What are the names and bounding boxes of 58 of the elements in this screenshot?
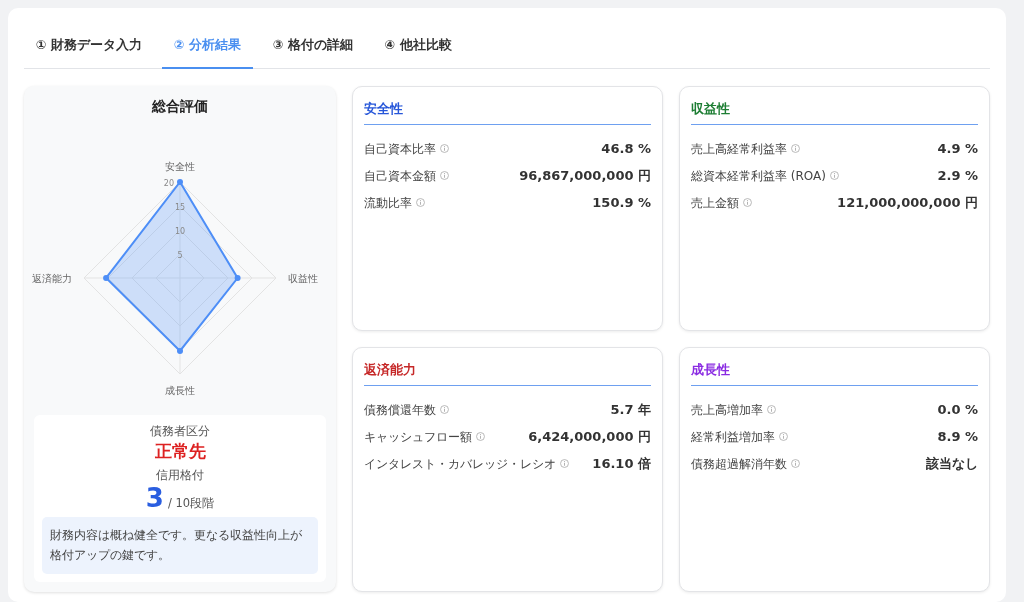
axis-label: 収益性	[288, 272, 318, 284]
metric-label: 経常利益増加率	[691, 428, 775, 446]
tick-label: 5	[177, 250, 183, 260]
metric-value: 46.8 %	[601, 140, 651, 158]
card-title: 収益性	[691, 98, 978, 126]
metric-label: 売上金額	[691, 194, 739, 212]
info-icon[interactable]	[743, 198, 752, 208]
metric-value: 2.9 %	[937, 167, 978, 185]
metric-value: 150.9 %	[592, 194, 651, 212]
metric-label: 自己資本比率	[364, 140, 436, 158]
panel-title: 総合評価	[152, 96, 208, 116]
tick-label: 20	[163, 178, 174, 188]
rating-scale: / 10段階	[167, 495, 215, 513]
metric-label: 総資本経常利益率 (ROA)	[691, 167, 826, 185]
info-icon[interactable]	[440, 171, 449, 181]
info-icon[interactable]	[767, 405, 776, 415]
card-title: 返済能力	[364, 359, 651, 387]
metric-label: 流動比率	[364, 194, 412, 212]
tick-label: 10	[174, 226, 186, 236]
metric-value: 0.0 %	[937, 401, 978, 419]
tab[interactable]: ④ 他社比較	[372, 30, 464, 69]
axis-label: 安全性	[165, 160, 195, 172]
category-value: 正常先	[153, 440, 207, 462]
rating-value: 3	[145, 484, 164, 513]
info-icon[interactable]	[791, 459, 800, 469]
metric-label: インタレスト・カバレッジ・レシオ	[364, 455, 556, 473]
tab[interactable]: ① 財務データ入力	[24, 30, 154, 69]
metric-label: 債務超過解消年数	[691, 455, 787, 473]
note-text: 財務内容は概ね健全です。更なる収益性向上が格付アップの鍵です。	[42, 516, 318, 574]
metric-value: 5.7 年	[610, 401, 651, 419]
info-icon[interactable]	[791, 144, 800, 154]
info-icon[interactable]	[560, 459, 569, 469]
info-icon[interactable]	[440, 405, 449, 415]
metric-label: 債務償還年数	[364, 401, 436, 419]
metric-label: 売上高経常利益率	[691, 140, 787, 158]
info-icon[interactable]	[779, 432, 788, 442]
category-label: 債務者区分	[149, 423, 211, 441]
rating-label: 信用格付	[155, 467, 205, 485]
metric-value: 96,867,000,000 円	[519, 167, 651, 185]
card-title: 成長性	[691, 359, 978, 387]
metric-value: 4.9 %	[937, 140, 978, 158]
info-icon[interactable]	[440, 144, 449, 154]
card-title: 安全性	[364, 98, 651, 126]
metric-value: 該当なし	[926, 455, 978, 473]
tab[interactable]: ③ 格付の詳細	[260, 30, 365, 69]
info-icon[interactable]	[416, 198, 425, 208]
metric-value: 6,424,000,000 円	[528, 428, 651, 446]
metric-label: 自己資本金額	[364, 167, 436, 185]
info-icon[interactable]	[829, 171, 839, 181]
metric-value: 8.9 %	[937, 428, 978, 446]
axis-label: 返済能力	[32, 272, 72, 284]
metric-value: 121,000,000,000 円	[837, 194, 978, 212]
tick-label: 15	[174, 202, 186, 212]
metric-label: 売上高増加率	[691, 401, 763, 419]
info-icon[interactable]	[476, 432, 485, 442]
metric-label: キャッシュフロー額	[364, 428, 472, 446]
metric-value: 16.10 倍	[592, 455, 651, 473]
axis-label: 成長性	[165, 384, 195, 396]
